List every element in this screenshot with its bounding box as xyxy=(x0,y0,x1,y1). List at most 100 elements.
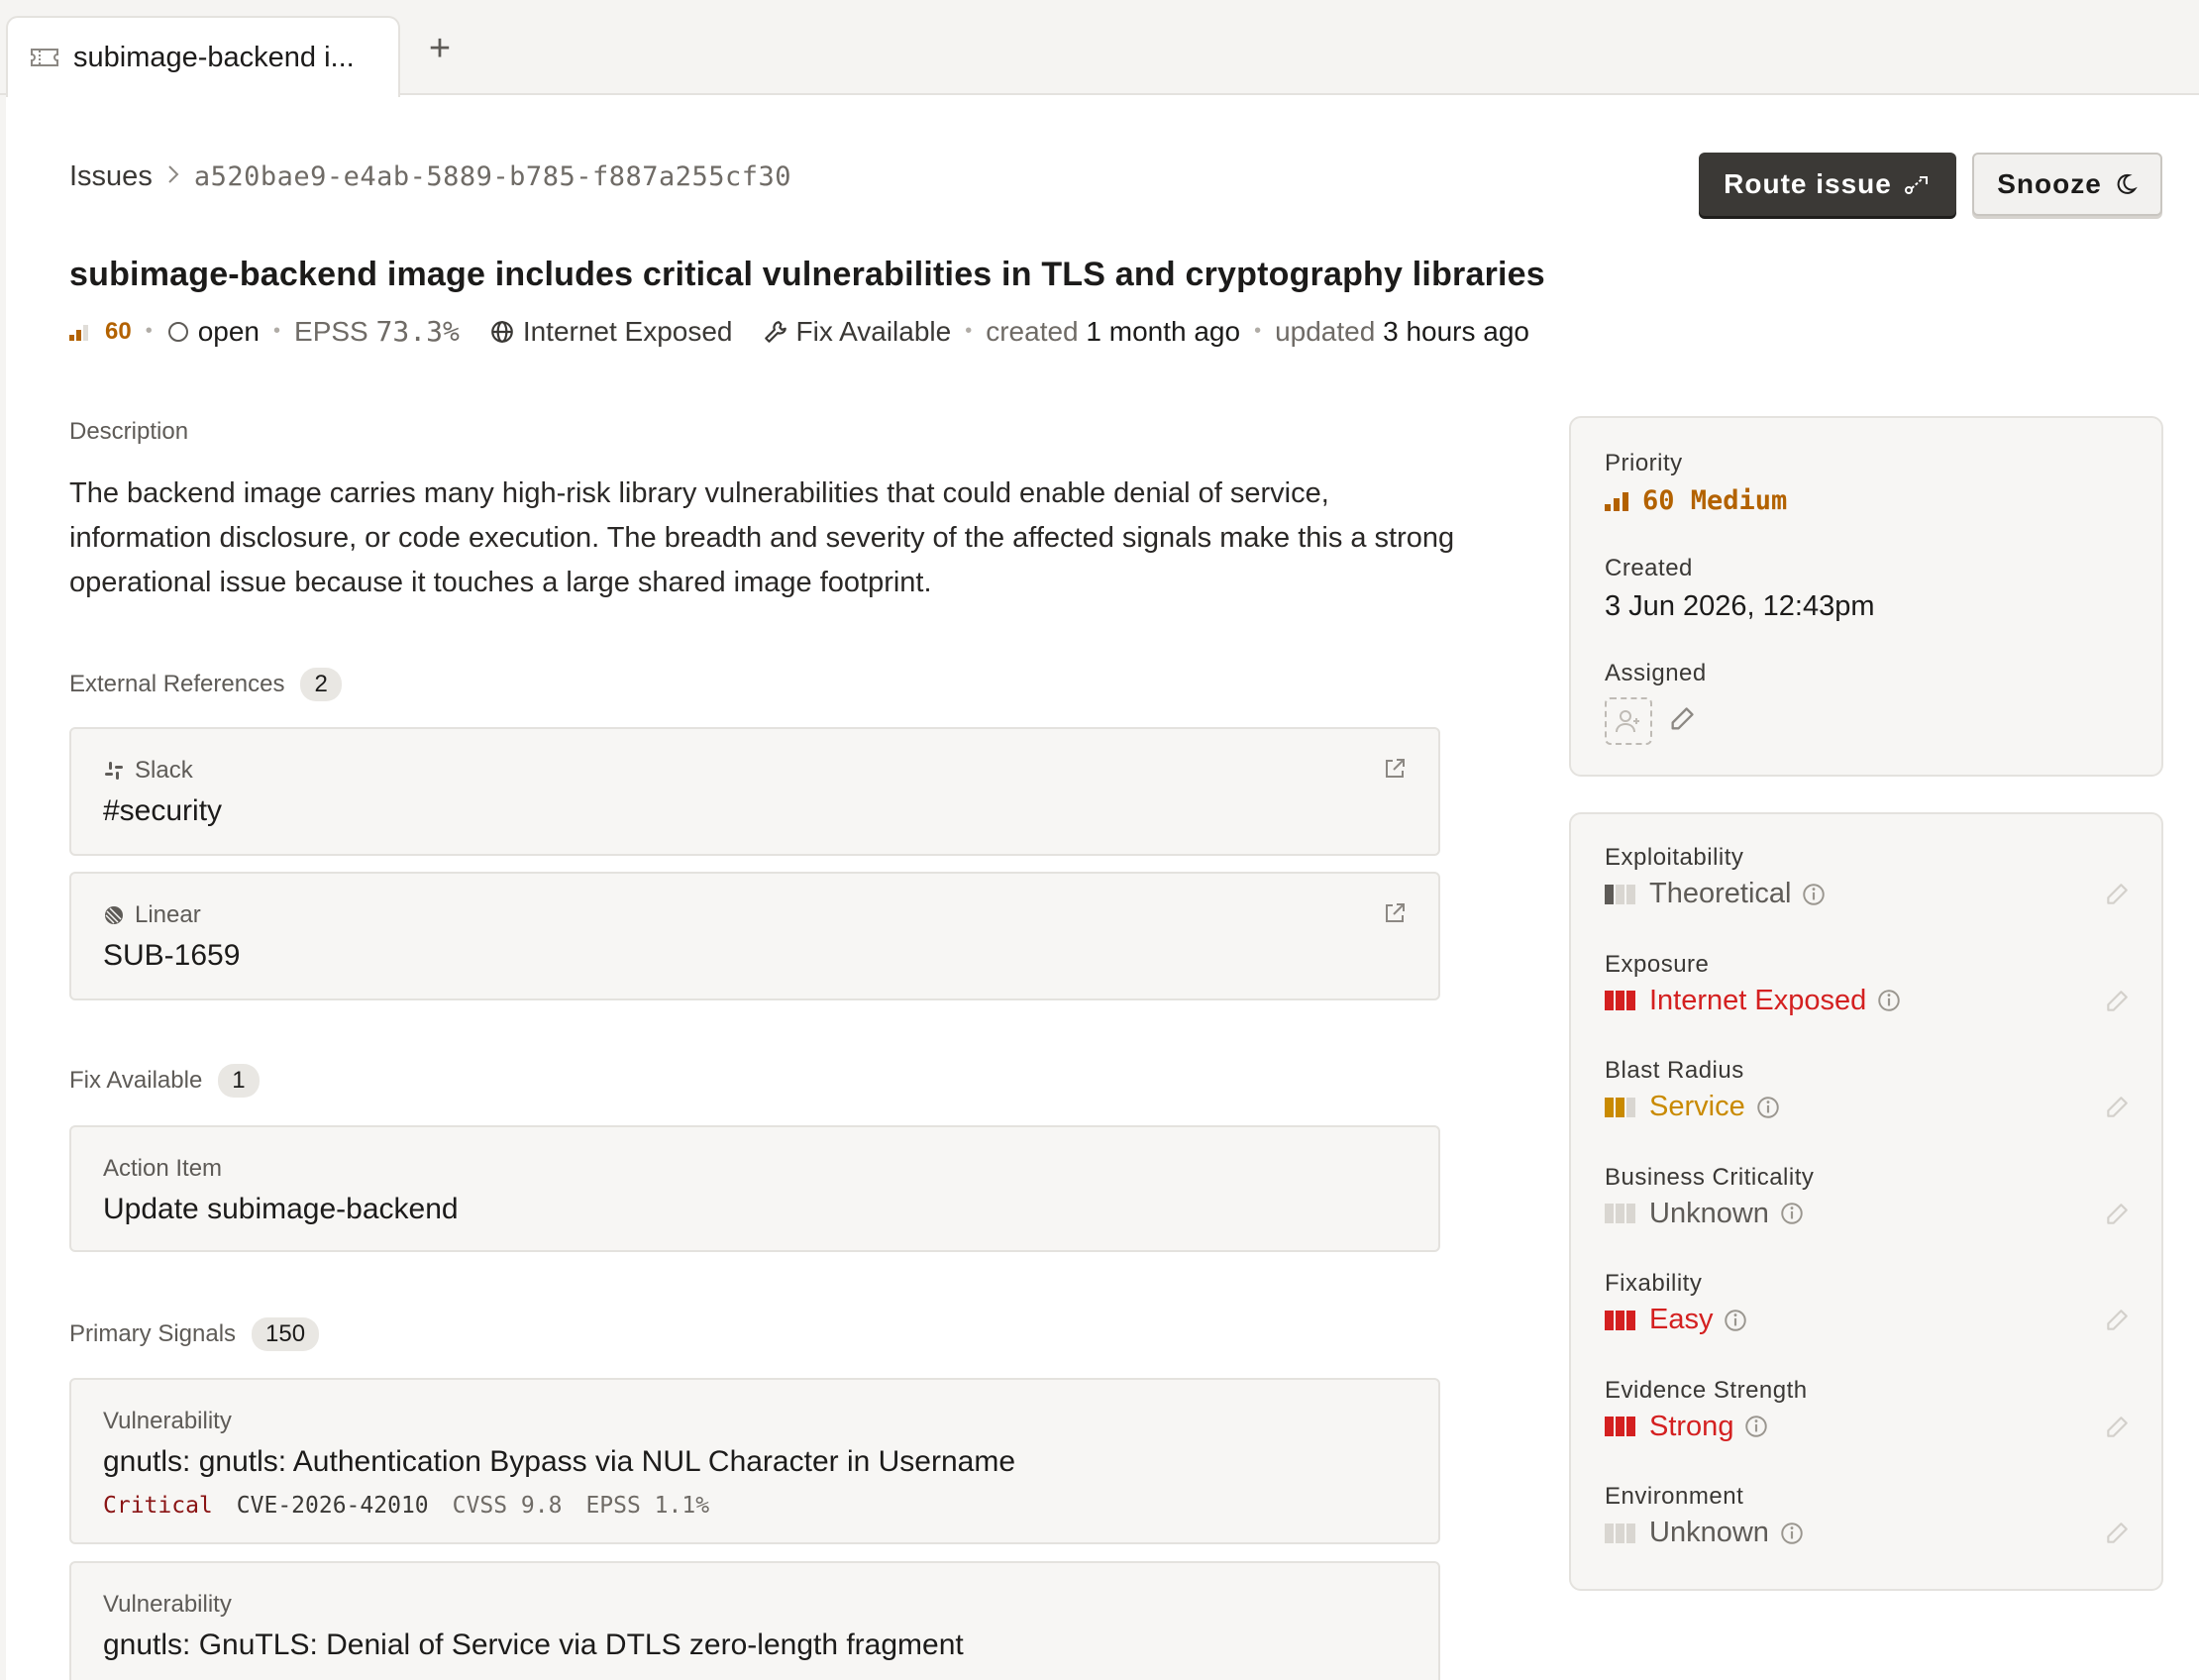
factor-value: Service xyxy=(1605,1091,1781,1123)
tab-issue[interactable]: subimage-backend i... xyxy=(6,16,400,97)
signal-card[interactable]: Vulnerability gnutls: gnutls: Authentica… xyxy=(69,1378,1440,1544)
wrench-icon xyxy=(764,320,786,343)
created-date: 3 Jun 2026, 12:43pm xyxy=(1605,590,1875,622)
epss-indicator: EPSS 73.3% xyxy=(294,315,460,348)
factor-value-text: Unknown xyxy=(1649,1197,1769,1229)
factor-value-text: Easy xyxy=(1649,1304,1714,1335)
priority-bars-icon xyxy=(69,324,88,341)
factor-label: Business Criticality xyxy=(1605,1163,1815,1191)
fix-available-count: 1 xyxy=(218,1064,260,1098)
level-bars-icon xyxy=(1605,1310,1637,1330)
action-item-type: Action Item xyxy=(103,1155,223,1182)
edit-factor-icon[interactable] xyxy=(2104,1095,2130,1120)
factor-value-text: Unknown xyxy=(1649,1517,1769,1548)
add-tab-button[interactable]: + xyxy=(422,30,458,67)
separator-dot: • xyxy=(273,320,281,342)
assignee-avatar-placeholder[interactable] xyxy=(1605,697,1652,745)
epss-score: EPSS 1.1% xyxy=(585,1493,710,1519)
factor-value-text: Service xyxy=(1649,1091,1745,1122)
status-badge: open xyxy=(166,316,260,348)
info-icon[interactable] xyxy=(1779,1201,1805,1226)
route-icon xyxy=(1904,176,1928,194)
reference-source: Linear xyxy=(103,901,201,929)
primary-signals-count: 150 xyxy=(252,1317,320,1351)
primary-signals-title: Primary Signals xyxy=(69,1320,237,1347)
priority-score: 60 xyxy=(105,317,132,345)
epss-label: EPSS xyxy=(294,315,368,347)
factor-value-text: Theoretical xyxy=(1649,878,1792,909)
priority-value-text: 60 Medium xyxy=(1642,485,1788,516)
breadcrumb: Issues a520bae9-e4ab-5889-b785-f887a255c… xyxy=(69,160,791,193)
external-references-count: 2 xyxy=(300,668,342,701)
moon-icon xyxy=(2117,173,2138,194)
ticket-icon xyxy=(30,47,59,68)
created-value: 1 month ago xyxy=(1086,315,1241,347)
exposure-indicator: Internet Exposed xyxy=(489,316,733,348)
signal-type: Vulnerability xyxy=(103,1591,232,1618)
factor-label: Evidence Strength xyxy=(1605,1376,1808,1404)
tab-label: subimage-backend i... xyxy=(73,41,355,73)
cvss-score: CVSS 9.8 xyxy=(452,1493,563,1519)
external-references-title: External References xyxy=(69,671,285,697)
separator-dot: • xyxy=(145,320,153,342)
action-item-card[interactable]: Action Item Update subimage-backend xyxy=(69,1125,1440,1252)
external-link-icon[interactable] xyxy=(1383,757,1407,781)
edit-factor-icon[interactable] xyxy=(2104,989,2130,1014)
info-icon[interactable] xyxy=(1723,1308,1748,1333)
factor-value: Unknown xyxy=(1605,1517,1805,1549)
severity-badge: Critical xyxy=(103,1493,213,1519)
fix-available-label: Fix Available 1 xyxy=(69,1064,260,1098)
edit-assignee-icon[interactable] xyxy=(1668,705,1696,733)
issue-page: Issues a520bae9-e4ab-5889-b785-f887a255c… xyxy=(6,95,2199,1680)
factor-value: Unknown xyxy=(1605,1198,1805,1230)
updated-label: updated xyxy=(1275,315,1376,347)
signal-card[interactable]: Vulnerability gnutls: GnuTLS: Denial of … xyxy=(69,1561,1440,1680)
updated-value: 3 hours ago xyxy=(1383,315,1529,347)
reference-value: #security xyxy=(103,794,223,827)
status-text: open xyxy=(197,315,261,347)
reference-card-slack[interactable]: Slack #security xyxy=(69,727,1440,856)
breadcrumb-issue-id: a520bae9-e4ab-5889-b785-f887a255cf30 xyxy=(193,161,792,192)
edit-factor-icon[interactable] xyxy=(2104,1415,2130,1440)
reference-source: Slack xyxy=(103,757,193,785)
snooze-button[interactable]: Snooze xyxy=(1972,153,2162,216)
description-label: Description xyxy=(69,418,189,445)
edit-factor-icon[interactable] xyxy=(2104,882,2130,907)
edit-factor-icon[interactable] xyxy=(2104,1521,2130,1546)
external-link-icon[interactable] xyxy=(1383,901,1407,925)
edit-factor-icon[interactable] xyxy=(2104,1308,2130,1333)
chevron-right-icon xyxy=(166,161,180,192)
signal-title: gnutls: gnutls: Authentication Bypass vi… xyxy=(103,1445,1016,1478)
priority-label: Priority xyxy=(1605,450,1683,476)
globe-icon xyxy=(490,320,513,343)
updated-indicator: updated 3 hours ago xyxy=(1275,316,1529,348)
route-issue-button[interactable]: Route issue xyxy=(1699,153,1956,216)
priority-value: 60 Medium xyxy=(1605,485,1787,516)
separator-dot: • xyxy=(1254,320,1262,342)
reference-source-label: Slack xyxy=(135,757,193,784)
breadcrumb-issues-link[interactable]: Issues xyxy=(69,160,153,193)
priority-indicator: 60 xyxy=(69,318,132,346)
factor-label: Exposure xyxy=(1605,950,1710,978)
edit-factor-icon[interactable] xyxy=(2104,1202,2130,1227)
level-bars-icon xyxy=(1605,1522,1637,1543)
fix-text: Fix Available xyxy=(795,315,952,347)
info-icon[interactable] xyxy=(1779,1521,1805,1546)
reference-value: SUB-1659 xyxy=(103,939,241,972)
reference-card-linear[interactable]: Linear SUB-1659 xyxy=(69,872,1440,1000)
tab-strip: subimage-backend i... + xyxy=(0,0,2199,97)
created-label: created xyxy=(986,315,1079,347)
circle-open-icon xyxy=(167,321,188,342)
info-icon[interactable] xyxy=(1755,1095,1781,1120)
signal-title: gnutls: GnuTLS: Denial of Service via DT… xyxy=(103,1628,964,1661)
route-issue-label: Route issue xyxy=(1724,168,1892,199)
epss-value: 73.3% xyxy=(375,315,460,348)
factor-value: Theoretical xyxy=(1605,878,1827,910)
info-icon[interactable] xyxy=(1743,1414,1769,1439)
info-icon[interactable] xyxy=(1876,988,1902,1013)
separator-dot: • xyxy=(965,320,973,342)
info-icon[interactable] xyxy=(1801,882,1827,907)
factor-value: Internet Exposed xyxy=(1605,985,1902,1017)
factors-panel: Exploitability Theoretical Exposure Interne… xyxy=(1569,812,2163,1591)
linear-icon xyxy=(105,906,123,924)
